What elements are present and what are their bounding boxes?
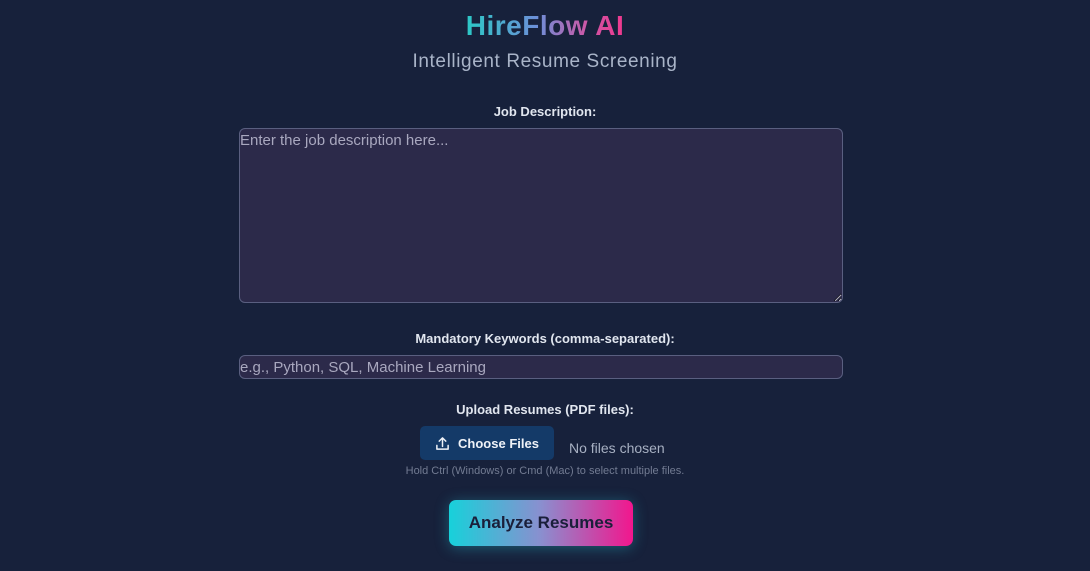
upload-hint: Hold Ctrl (Windows) or Cmd (Mac) to sele…: [405, 465, 685, 477]
job-description-label: Job Description:: [493, 104, 597, 119]
upload-resumes-label: Upload Resumes (PDF files):: [456, 402, 634, 417]
file-status-text: No files chosen: [569, 440, 665, 456]
job-description-textarea[interactable]: [239, 128, 843, 303]
app-title: HireFlow AI: [0, 8, 1090, 44]
mandatory-keywords-label: Mandatory Keywords (comma-separated):: [415, 331, 675, 346]
page: HireFlow AI Intelligent Resume Screening…: [0, 0, 1090, 571]
mandatory-keywords-input[interactable]: [239, 355, 843, 379]
choose-files-button[interactable]: Choose Files: [420, 426, 554, 460]
app-subtitle: Intelligent Resume Screening: [412, 51, 678, 72]
app-title-text: HireFlow AI: [465, 10, 625, 41]
analyze-resumes-button[interactable]: Analyze Resumes: [449, 500, 633, 546]
upload-icon: [435, 436, 450, 451]
choose-files-label: Choose Files: [458, 435, 539, 451]
